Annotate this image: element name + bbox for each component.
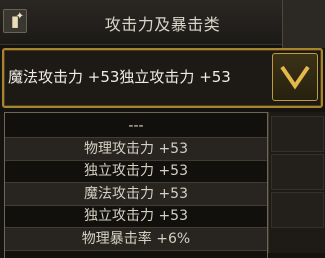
dropdown-option[interactable]: 魔法攻击力 +53: [5, 182, 267, 206]
title-bar: ▮ ✦ 攻击力及暴击类: [0, 0, 325, 45]
selected-option[interactable]: 魔法攻击力 +53独立攻击力 +53: [8, 66, 231, 87]
option-combo-box[interactable]: 魔法攻击力 +53独立攻击力 +53: [2, 48, 323, 108]
dropdown-option[interactable]: 物理暴击率 +6%: [5, 227, 267, 251]
chevron-down-icon: [280, 65, 310, 90]
dropdown-option[interactable]: 独立攻击力 +53: [5, 205, 267, 227]
dropdown-option[interactable]: 物理攻击力 +53: [5, 137, 267, 161]
dropdown-option-none[interactable]: ---: [5, 115, 267, 137]
dropdown-option[interactable]: 独立攻击力 +53: [5, 160, 267, 182]
window-title: 攻击力及暴击类: [104, 15, 221, 34]
corner-ornament: [282, 0, 325, 48]
dropdown-toggle-button[interactable]: [272, 53, 318, 101]
side-panel: [268, 112, 325, 253]
dropdown-list: --- 物理攻击力 +53 独立攻击力 +53 魔法攻击力 +53 独立攻击力 …: [4, 112, 268, 258]
